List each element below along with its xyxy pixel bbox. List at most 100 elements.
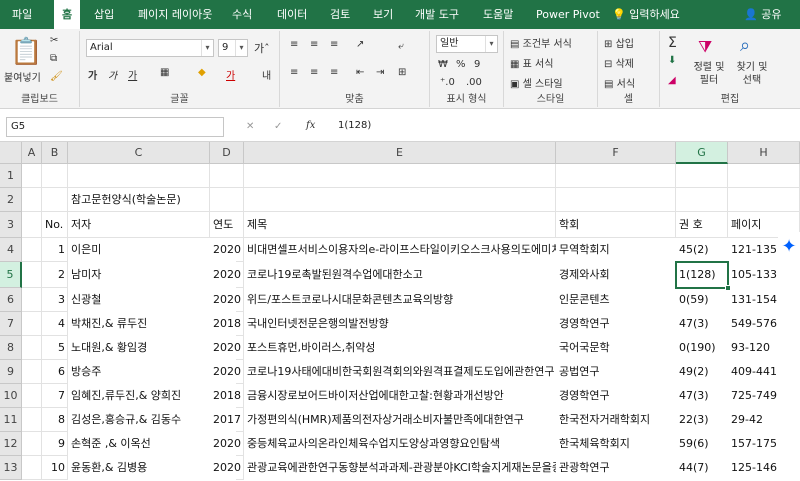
- currency-icon[interactable]: ₩: [438, 59, 448, 70]
- number-format-select[interactable]: 일반 ▾: [436, 35, 498, 53]
- row-header-13[interactable]: 13: [0, 456, 22, 480]
- column-header-b[interactable]: B: [42, 142, 68, 164]
- year-cell[interactable]: 2018: [210, 312, 244, 336]
- spreadsheet-grid[interactable]: ABCDEFGH 1 2 3 4 5 6 7 8 9 10 11 12 13 참고문헌양식(학술논문) N…: [0, 142, 800, 481]
- volume-cell[interactable]: 1(128): [676, 262, 728, 288]
- grid-cell[interactable]: [676, 164, 728, 188]
- column-header-c[interactable]: C: [68, 142, 210, 164]
- grow-font-icon[interactable]: 가ˆ: [254, 40, 270, 56]
- italic-icon[interactable]: 가: [108, 67, 117, 82]
- header-author-cell[interactable]: 저자: [68, 212, 210, 238]
- find-icon[interactable]: ⌕: [740, 35, 750, 56]
- column-header-e[interactable]: E: [244, 142, 556, 164]
- grid-cell[interactable]: [22, 360, 42, 384]
- year-cell[interactable]: 2018: [210, 384, 244, 408]
- align-bottom-icon[interactable]: ≡: [330, 39, 338, 50]
- volume-cell[interactable]: 49(2): [676, 360, 728, 384]
- subject-cell[interactable]: 위드/포스트코로나시대문화콘텐츠교육의방향: [244, 288, 590, 312]
- grid-cell[interactable]: [42, 164, 68, 188]
- row-header-1[interactable]: 1: [0, 164, 22, 188]
- grid-cell[interactable]: [22, 188, 42, 212]
- volume-cell[interactable]: 22(3): [676, 408, 728, 432]
- paste-icon[interactable]: 📋: [10, 37, 42, 67]
- grid-cell[interactable]: [22, 262, 42, 288]
- year-cell[interactable]: 2017: [210, 408, 244, 432]
- phonetic-icon[interactable]: 내: [262, 67, 271, 82]
- tab-home[interactable]: 홈: [54, 0, 81, 29]
- page-cell[interactable]: 131-154: [728, 288, 800, 312]
- no-cell[interactable]: 5: [42, 336, 68, 360]
- find-select-button[interactable]: 찾기 및 선택: [732, 61, 772, 87]
- header-no-cell[interactable]: No.: [42, 212, 68, 238]
- merge-cells-icon[interactable]: ⊞: [398, 67, 406, 78]
- no-cell[interactable]: 10: [42, 456, 68, 480]
- tab-formulas[interactable]: 수식: [232, 0, 252, 29]
- clear-icon[interactable]: ◢: [668, 75, 676, 86]
- tab-page-layout[interactable]: 페이지 레이아웃: [138, 0, 212, 29]
- align-center-icon[interactable]: ≡: [310, 67, 318, 78]
- grid-cell[interactable]: [68, 164, 210, 188]
- row-header-12[interactable]: 12: [0, 432, 22, 456]
- row-header-7[interactable]: 7: [0, 312, 22, 336]
- wrap-text-icon[interactable]: ⤶: [398, 41, 404, 52]
- subject-cell[interactable]: 코로나19로촉발된원격수업에대한소고: [244, 262, 590, 288]
- name-box[interactable]: G5: [6, 117, 224, 137]
- align-middle-icon[interactable]: ≡: [310, 39, 318, 50]
- formula-input[interactable]: 1(128): [332, 117, 798, 137]
- share-button[interactable]: 👤 공유: [744, 0, 781, 29]
- year-cell[interactable]: 2020: [210, 288, 244, 312]
- grid-cell[interactable]: [676, 188, 728, 212]
- year-cell[interactable]: 2020: [210, 238, 244, 262]
- grid-cell[interactable]: [22, 288, 42, 312]
- align-top-icon[interactable]: ≡: [290, 39, 298, 50]
- bold-icon[interactable]: 가: [88, 67, 97, 82]
- no-cell[interactable]: 9: [42, 432, 68, 456]
- decrease-decimal-icon[interactable]: .00: [466, 77, 482, 88]
- row-header-11[interactable]: 11: [0, 408, 22, 432]
- row-header-6[interactable]: 6: [0, 288, 22, 312]
- column-header-g[interactable]: G: [676, 142, 728, 164]
- header-year-cell[interactable]: 연도: [210, 212, 244, 238]
- grid-cell[interactable]: [42, 188, 68, 212]
- increase-indent-icon[interactable]: ⇥: [376, 67, 384, 78]
- tab-data[interactable]: 데이터: [277, 0, 307, 29]
- no-cell[interactable]: 3: [42, 288, 68, 312]
- header-volume-cell[interactable]: 권 호: [676, 212, 728, 238]
- insert-cells-button[interactable]: ⊞ 삽입: [604, 35, 634, 50]
- grid-cell[interactable]: [556, 164, 676, 188]
- header-journal-cell[interactable]: 학회: [556, 212, 676, 238]
- grid-cell[interactable]: [728, 188, 800, 212]
- grid-cell[interactable]: [22, 432, 42, 456]
- tab-help[interactable]: 도움말: [483, 0, 513, 29]
- volume-cell[interactable]: 0(190): [676, 336, 728, 360]
- column-header-f[interactable]: F: [556, 142, 676, 164]
- grid-cell[interactable]: [244, 164, 556, 188]
- row-header-3[interactable]: 3: [0, 212, 22, 238]
- enter-icon[interactable]: ✓: [274, 121, 282, 132]
- sort-filter-button[interactable]: 정렬 및 필터: [692, 61, 726, 87]
- orientation-icon[interactable]: ↗: [356, 39, 364, 50]
- subject-cell[interactable]: 국내인터넷전문은행의발전방향: [244, 312, 590, 336]
- align-left-icon[interactable]: ≡: [290, 67, 298, 78]
- grid-cell[interactable]: [728, 164, 800, 188]
- year-cell[interactable]: 2020: [210, 456, 244, 480]
- tab-insert[interactable]: 삽입: [94, 0, 114, 29]
- grid-cell[interactable]: [210, 164, 244, 188]
- no-cell[interactable]: 1: [42, 238, 68, 262]
- decrease-indent-icon[interactable]: ⇤: [356, 67, 364, 78]
- tab-review[interactable]: 검토: [330, 0, 350, 29]
- year-cell[interactable]: 2020: [210, 360, 244, 384]
- grid-cell[interactable]: [22, 212, 42, 238]
- sort-filter-icon[interactable]: ⧩: [698, 37, 712, 57]
- copy-icon[interactable]: ⧉: [50, 53, 57, 64]
- cancel-icon[interactable]: ✕: [246, 121, 254, 132]
- select-all-corner[interactable]: [0, 142, 22, 164]
- format-cells-button[interactable]: ▤ 서식: [604, 75, 635, 90]
- grid-cell[interactable]: [22, 384, 42, 408]
- autosum-icon[interactable]: Σ: [668, 35, 677, 51]
- paste-button[interactable]: 붙여넣기: [4, 69, 41, 84]
- row-header-2[interactable]: 2: [0, 188, 22, 212]
- fill-color-icon[interactable]: ◆: [198, 67, 206, 78]
- page-cell[interactable]: 105-133: [728, 262, 800, 288]
- increase-decimal-icon[interactable]: ⁺.0: [440, 77, 455, 88]
